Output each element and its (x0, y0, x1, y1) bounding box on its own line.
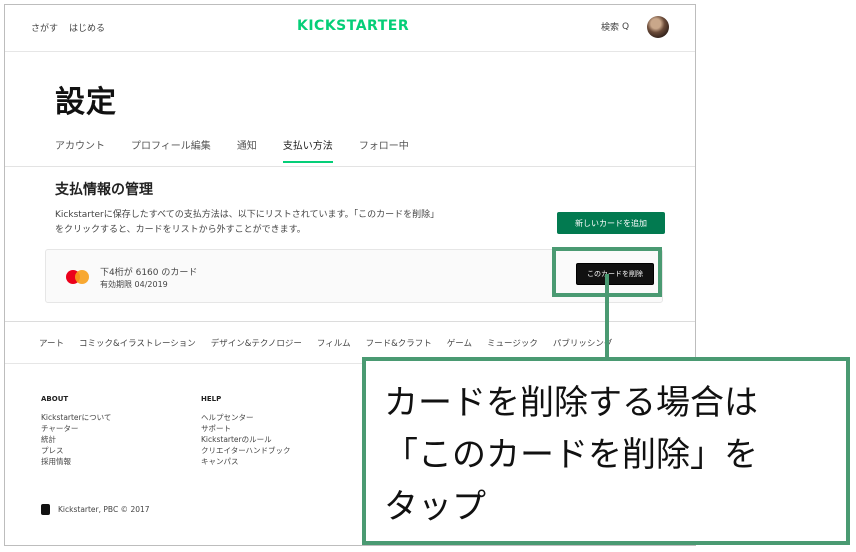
search-button[interactable]: 検索 Q (601, 20, 630, 34)
tab-notifications[interactable]: 通知 (237, 133, 257, 163)
settings-tabs: アカウント プロフィール編集 通知 支払い方法 フォロー中 (55, 133, 435, 167)
footer-link[interactable]: キャンパス (201, 456, 291, 467)
category-design-tech[interactable]: デザイン&テクノロジー (211, 337, 302, 349)
search-icon: Q (622, 21, 630, 32)
section-description: Kickstarterに保存したすべての支払方法は、以下にリストされています。「… (55, 210, 440, 235)
category-divider-top (5, 321, 695, 322)
footer-link[interactable]: プレス (41, 445, 111, 456)
kickstarter-k-icon (41, 504, 50, 515)
category-art[interactable]: アート (39, 337, 64, 349)
category-publishing[interactable]: パブリッシング (553, 337, 613, 349)
footer-link[interactable]: 採用情報 (41, 456, 111, 467)
category-bar: アート コミック&イラストレーション デザイン&テクノロジー フィルム フード&… (39, 337, 627, 349)
footer-link[interactable]: サポート (201, 423, 291, 434)
card-expiry-text: 有効期限 04/2019 (100, 280, 168, 289)
category-games[interactable]: ゲーム (447, 337, 472, 349)
callout-connector (605, 274, 609, 360)
footer-link[interactable]: Kickstarterのルール (201, 434, 291, 445)
page-title: 設定 (55, 85, 117, 120)
search-label: 検索 (601, 23, 620, 33)
add-card-button[interactable]: 新しいカードを追加 (557, 212, 665, 234)
tab-account[interactable]: アカウント (55, 133, 105, 163)
tab-payment-methods[interactable]: 支払い方法 (282, 133, 333, 163)
callout-line: タップ (384, 487, 486, 527)
footer-link[interactable]: Kickstarterについて (41, 412, 111, 423)
category-music[interactable]: ミュージック (487, 337, 538, 349)
user-avatar[interactable] (647, 16, 669, 38)
category-film[interactable]: フィルム (317, 337, 351, 349)
tab-following[interactable]: フォロー中 (359, 133, 409, 163)
category-food-craft[interactable]: フード&クラフト (366, 337, 432, 349)
footer-copyright: Kickstarter, PBC © 2017 (41, 504, 150, 515)
footer-link[interactable]: チャーター (41, 423, 111, 434)
mastercard-icon (66, 270, 92, 284)
copyright-text: Kickstarter, PBC © 2017 (58, 505, 150, 514)
tab-edit-profile[interactable]: プロフィール編集 (131, 133, 211, 163)
footer-help-column: HELP ヘルプセンター サポート Kickstarterのルール クリエイター… (201, 395, 291, 467)
footer-about-column: ABOUT Kickstarterについて チャーター 統計 プレス 採用情報 (41, 395, 111, 467)
footer-link[interactable]: 統計 (41, 434, 111, 445)
top-navigation: さがす はじめる KICKSTARTER 検索 Q (5, 5, 695, 52)
callout-line: カードを削除する場合は (384, 383, 758, 423)
callout-line: 「このカードを削除」を (384, 435, 758, 475)
callout-box: カードを削除する場合は 「このカードを削除」を タップ (362, 357, 850, 545)
kickstarter-logo[interactable]: KICKSTARTER (297, 18, 409, 34)
footer-help-title: HELP (201, 395, 222, 403)
section-title: 支払情報の管理 (55, 182, 153, 198)
card-number-text: 下4桁が 6160 のカード (100, 268, 198, 278)
footer-link[interactable]: ヘルプセンター (201, 412, 291, 423)
footer-about-title: ABOUT (41, 395, 69, 403)
nav-explore-link[interactable]: さがす (31, 21, 58, 34)
footer-link[interactable]: クリエイターハンドブック (201, 445, 291, 456)
nav-start-link[interactable]: はじめる (69, 21, 105, 34)
category-comics-illustration[interactable]: コミック&イラストレーション (79, 337, 196, 349)
tabs-divider (5, 166, 695, 167)
